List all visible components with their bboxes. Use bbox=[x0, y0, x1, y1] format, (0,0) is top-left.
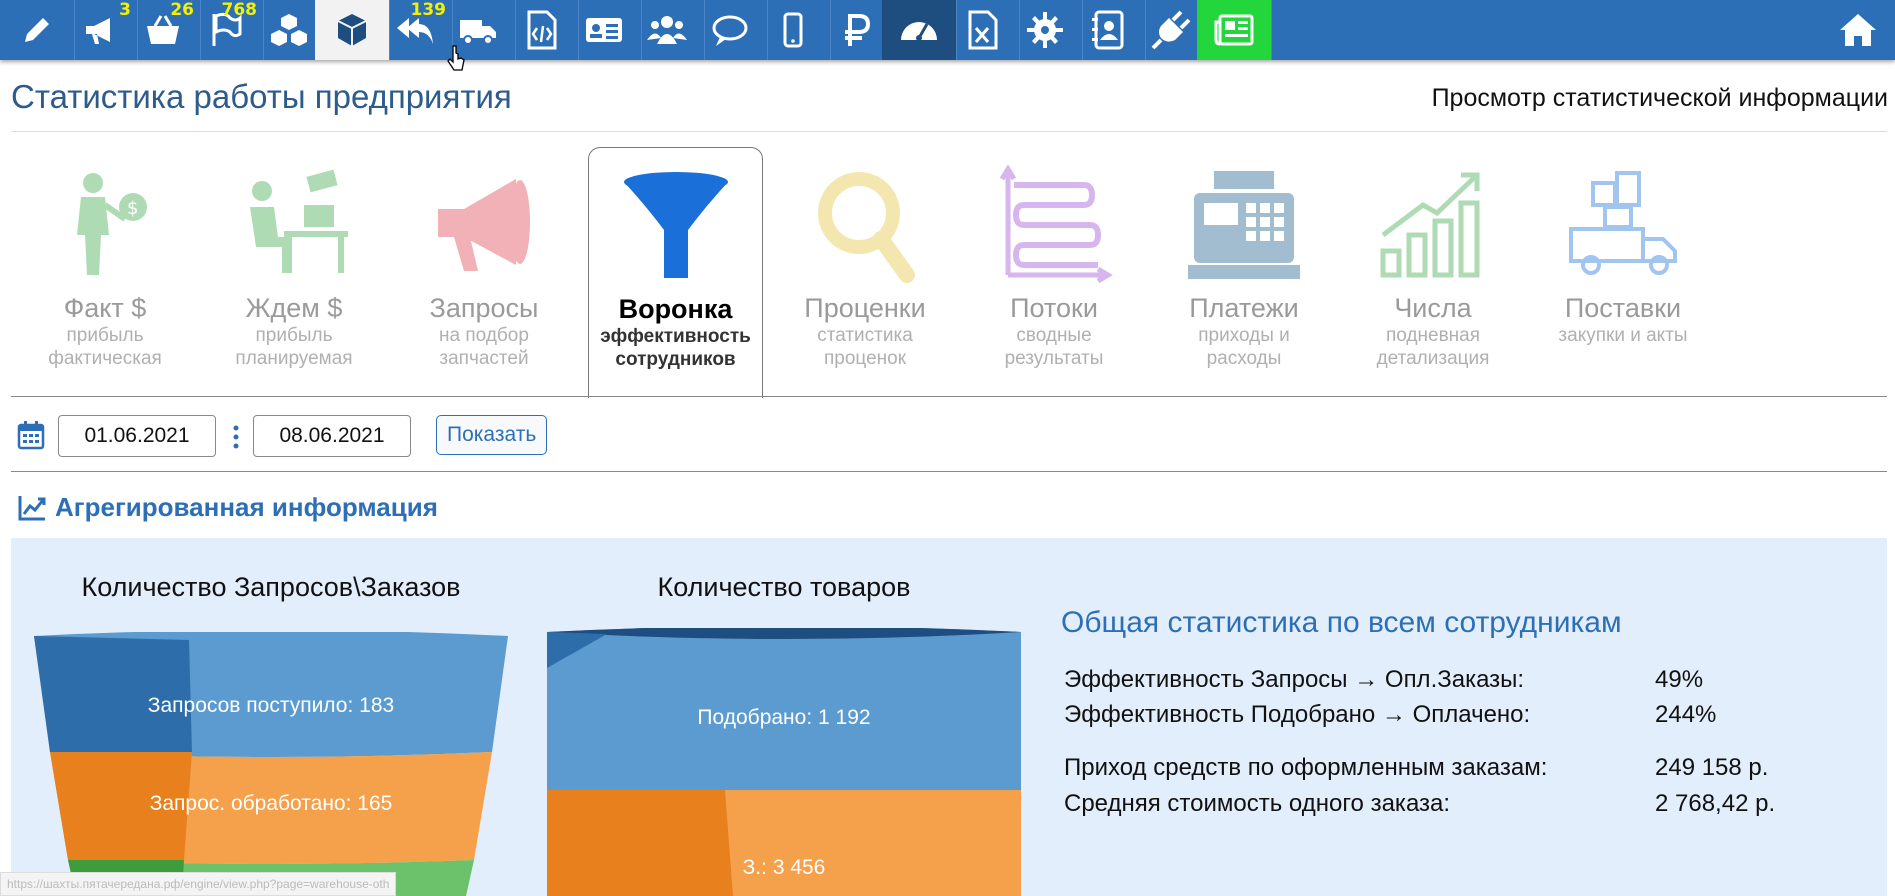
tab-subtitle: расходы bbox=[1206, 348, 1282, 369]
divider bbox=[11, 471, 1887, 472]
status-bar-url: https://шахты.пятачередана.рф/engine/vie… bbox=[0, 872, 397, 896]
top-toolbar: 3 26 768 139 bbox=[0, 0, 1895, 60]
section-title: Агрегированная информация bbox=[55, 492, 438, 522]
pencil-icon bbox=[25, 18, 49, 42]
tab-title: Проценки bbox=[804, 293, 926, 323]
megaphone-icon bbox=[86, 18, 110, 44]
flow-chart-icon bbox=[999, 165, 1113, 284]
tab-subtitle: подневная bbox=[1385, 325, 1481, 346]
desk-worker-icon bbox=[250, 169, 348, 273]
tab-flows[interactable]: Потоки сводные результаты bbox=[964, 147, 1144, 396]
stat-value: 249 158 р. bbox=[1655, 754, 1769, 781]
users-icon bbox=[647, 16, 687, 44]
tab-payments[interactable]: Платежи приходы и расходы bbox=[1154, 147, 1334, 396]
stat-value: 49% bbox=[1655, 666, 1704, 693]
tab-title: Запросы bbox=[429, 293, 539, 323]
tab-subtitle: на подбор bbox=[439, 325, 529, 346]
show-button[interactable]: Показать bbox=[436, 415, 548, 455]
cubes-icon bbox=[271, 14, 307, 46]
tabs-divider bbox=[11, 396, 1887, 397]
tab-subtitle: эффективность bbox=[600, 326, 751, 347]
tab-subtitle: планируемая bbox=[235, 348, 353, 369]
home-button[interactable] bbox=[1820, 0, 1895, 60]
excel-file-icon bbox=[968, 10, 998, 50]
tab-title: Числа bbox=[1394, 293, 1472, 323]
tab-numbers[interactable]: Числа подневная детализация bbox=[1343, 147, 1523, 396]
section-header: Агрегированная информация bbox=[17, 492, 438, 523]
mobile-phone-icon bbox=[783, 12, 803, 48]
stat-label: Эффективность Подобрано → Оплачено: bbox=[1064, 701, 1531, 728]
businessman-money-icon: $ bbox=[77, 173, 147, 275]
funnel-label-picked: Подобрано: 1 192 bbox=[697, 706, 870, 729]
tab-subtitle: сводные bbox=[1016, 325, 1092, 346]
tab-title: Воронка bbox=[618, 294, 733, 324]
tab-subtitle: детализация bbox=[1376, 348, 1490, 369]
tab-subtitle: запчастей bbox=[439, 348, 529, 369]
cash-register-icon bbox=[1188, 171, 1300, 279]
magnifier-icon bbox=[818, 172, 915, 283]
tab-subtitle: приходы и bbox=[1198, 325, 1290, 346]
funnel-label-received: Запросов поступило: 183 bbox=[148, 694, 394, 717]
chat-icon bbox=[712, 15, 748, 46]
ruble-icon bbox=[845, 14, 871, 46]
page-subtitle: Просмотр статистической информации bbox=[1431, 84, 1888, 112]
tab-funnel[interactable]: Воронка эффективность сотрудников bbox=[588, 147, 763, 398]
tab-subtitle: прибыль bbox=[66, 325, 144, 346]
funnel-label-ordered: З.: 3 456 bbox=[743, 856, 826, 879]
tab-subtitle: фактическая bbox=[48, 348, 162, 369]
stat-value: 2 768,42 р. bbox=[1655, 790, 1776, 817]
mouse-cursor-icon bbox=[447, 45, 465, 71]
tab-title: Факт $ bbox=[63, 293, 147, 323]
date-to-input[interactable] bbox=[253, 415, 411, 457]
tab-title: Платежи bbox=[1189, 293, 1299, 323]
plug-icon bbox=[1151, 10, 1191, 50]
tab-expected-profit[interactable]: Ждем $ прибыль планируемая bbox=[204, 147, 384, 396]
tab-subtitle: прибыль bbox=[255, 325, 333, 346]
tab-deliveries[interactable]: Поставки закупки и акты bbox=[1533, 147, 1713, 396]
tab-subtitle: проценок bbox=[823, 348, 907, 369]
funnel-icon bbox=[623, 172, 728, 278]
funnel-goods-chart: Подобрано: 1 192 З.: 3 456 bbox=[547, 628, 1021, 896]
funnel-requests-chart: Запросов поступило: 183 Запрос. обработа… bbox=[34, 632, 508, 896]
tab-price-quotes[interactable]: Проценки статистика проценок bbox=[775, 147, 955, 396]
line-chart-icon bbox=[18, 495, 46, 520]
stat-label: Эффективность Запросы → Опл.Заказы: bbox=[1064, 666, 1525, 693]
date-from-input[interactable] bbox=[58, 415, 216, 457]
funnel-label-processed: Запрос. обработано: 165 bbox=[150, 792, 393, 815]
cube-icon bbox=[337, 14, 367, 46]
divider bbox=[11, 131, 1887, 132]
news-button[interactable] bbox=[1197, 0, 1272, 60]
calendar-icon[interactable] bbox=[17, 420, 45, 450]
stats-title: Общая статистика по всем сотрудникам bbox=[1061, 606, 1622, 639]
tab-subtitle: закупки и акты bbox=[1558, 325, 1688, 346]
dashboard-icon bbox=[901, 22, 937, 41]
range-separator-icon bbox=[233, 425, 239, 449]
tab-title: Ждем $ bbox=[245, 293, 343, 323]
tab-subtitle: статистика bbox=[817, 325, 913, 346]
home-icon bbox=[1839, 14, 1876, 46]
svg-text:$: $ bbox=[127, 198, 138, 219]
megaphone-icon bbox=[438, 179, 530, 271]
page-title: Статистика работы предприятия bbox=[11, 78, 512, 115]
stat-label: Приход средств по оформленным заказам: bbox=[1064, 754, 1548, 781]
newspaper-icon bbox=[1214, 14, 1254, 46]
id-card-icon bbox=[586, 18, 622, 42]
tab-subtitle: сотрудников bbox=[615, 349, 736, 370]
gear-icon bbox=[1027, 12, 1063, 48]
funnel-goods-title: Количество товаров bbox=[657, 572, 911, 602]
growth-chart-icon bbox=[1380, 172, 1480, 278]
tab-title: Поставки bbox=[1564, 293, 1682, 323]
stat-value: 244% bbox=[1655, 701, 1717, 728]
delivery-truck-icon bbox=[1569, 171, 1677, 275]
stat-label: Средняя стоимость одного заказа: bbox=[1064, 790, 1451, 817]
tab-subtitle: результаты bbox=[1004, 348, 1104, 369]
tab-title: Потоки bbox=[1010, 293, 1098, 323]
funnel-stage-shadow bbox=[547, 790, 733, 896]
address-book-icon bbox=[1092, 10, 1124, 50]
code-file-icon bbox=[527, 10, 557, 50]
tab-requests[interactable]: Запросы на подбор запчастей bbox=[394, 147, 574, 396]
funnel-requests-title: Количество Запросов\Заказов bbox=[81, 572, 461, 602]
tab-fact-profit[interactable]: $ Факт $ прибыль фактическая bbox=[15, 147, 195, 396]
